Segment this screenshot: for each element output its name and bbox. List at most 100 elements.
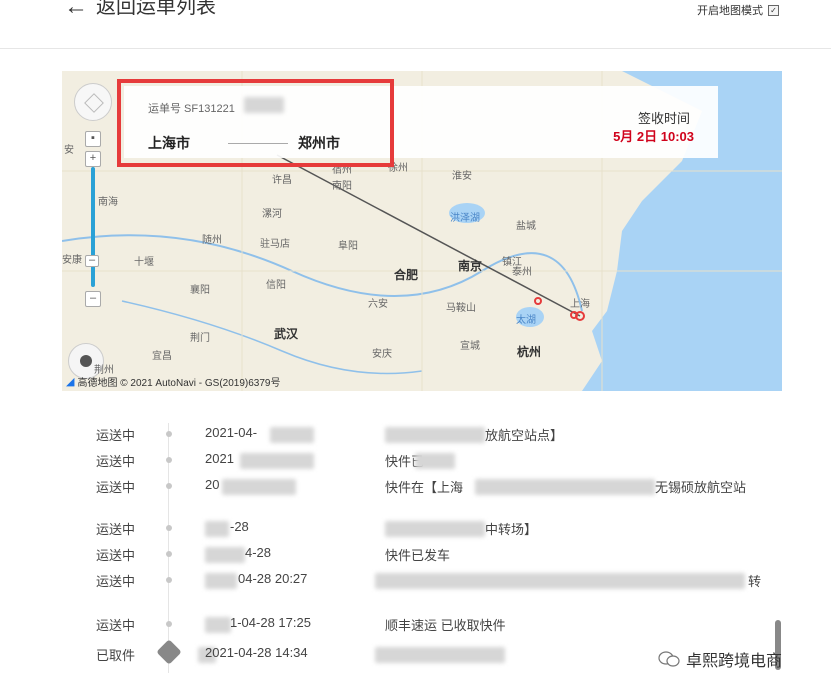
blurred-region	[385, 427, 485, 443]
map-city-label: 驻马店	[260, 239, 290, 250]
map-city-label: 武汉	[274, 327, 299, 341]
map-attribution: ◢ 高德地图 © 2021 AutoNavi - GS(2019)6379号	[66, 374, 280, 389]
blurred-region	[205, 521, 229, 537]
timeline-dot	[166, 621, 172, 627]
row-desc: 放航空站点】	[485, 428, 564, 443]
watermark: 卓熙跨境电商	[658, 647, 782, 671]
timeline-row: 运送中 4-28 快件已发车	[80, 545, 780, 565]
row-status: 运送中	[96, 522, 136, 537]
watermark-text: 卓熙跨境电商	[686, 653, 783, 670]
blurred-region	[240, 453, 314, 469]
map-city-label: 泰州	[512, 267, 532, 278]
row-time: 1-04-28 17:25	[230, 615, 311, 630]
map-city-label: 宣城	[460, 341, 480, 352]
timeline-dot	[166, 577, 172, 583]
row-time: 04-28 20:27	[238, 571, 308, 586]
row-time: 2021-04-28 14:34	[205, 645, 308, 660]
map-lake-label: 太湖	[516, 315, 536, 326]
page-header: ← 返回运单列表 开启地图模式 ✓	[0, 0, 831, 49]
back-label: 返回运单列表	[96, 0, 216, 18]
timeline-dot	[166, 431, 172, 437]
zoom-handle[interactable]: –	[85, 255, 99, 267]
row-desc-tail: 转	[748, 574, 762, 589]
map-city-label: 马鞍山	[446, 303, 476, 314]
back-arrow-icon: ←	[64, 0, 88, 20]
row-desc-tail: 无锡硕放航空站	[655, 480, 747, 495]
blurred-region	[270, 427, 314, 443]
map-city-label: 安康	[62, 255, 82, 266]
timeline-row: 运送中 20 快件在【上海 无锡硕放航空站	[80, 477, 780, 497]
blurred-region	[205, 617, 231, 633]
blurred-region	[385, 521, 485, 537]
map-city-label: 南京	[458, 259, 483, 273]
timeline-dot	[166, 483, 172, 489]
map-city-label: 宜昌	[152, 351, 172, 362]
map-city-label: 信阳	[266, 280, 286, 291]
timeline-dot	[166, 525, 172, 531]
map-mode-label: 开启地图模式	[697, 5, 763, 17]
sign-time-label: 签收时间	[637, 111, 690, 126]
map-city-label: 许昌	[272, 175, 292, 186]
map-mode-toggle[interactable]: 开启地图模式 ✓	[697, 2, 779, 18]
row-status: 运送中	[96, 454, 136, 469]
row-time: 20	[205, 477, 220, 492]
map-city-label: 淮安	[452, 171, 472, 182]
row-desc: 顺丰速运 已收取快件	[385, 618, 506, 633]
map-city-label: 杭州	[517, 345, 542, 359]
timeline-row: 运送中 2021-04- 放航空站点】	[80, 425, 780, 445]
zoom-track[interactable]	[91, 167, 95, 287]
back-button[interactable]: ← 返回运单列表	[64, 0, 216, 20]
row-time: 2021	[205, 451, 234, 466]
blurred-region	[475, 479, 655, 495]
blurred-region	[375, 647, 505, 663]
map-city-label: 安庆	[372, 349, 392, 360]
map-pan-control[interactable]	[74, 83, 112, 121]
row-status: 运送中	[96, 428, 136, 443]
timeline-row: 运送中 1-04-28 17:25 顺丰速运 已收取快件	[80, 615, 780, 635]
blurred-region	[205, 573, 237, 589]
picked-up-icon	[156, 639, 182, 665]
map-zoom-slider[interactable]: ▪ + – –	[85, 131, 103, 311]
sign-time-value: 5月 2日 10:03	[613, 129, 694, 144]
timeline-row: 运送中 2021 快件已	[80, 451, 780, 471]
attribution-text: 高德地图 © 2021 AutoNavi - GS(2019)6379号	[77, 378, 281, 389]
row-status: 运送中	[96, 480, 136, 495]
map-city-label: 六安	[368, 299, 388, 310]
map-city-label: 南阳	[332, 181, 352, 192]
row-time: -28	[230, 519, 249, 534]
map-city-label: 南海	[98, 197, 118, 208]
map-city-label: 阜阳	[338, 241, 358, 252]
timeline-row: 运送中 -28 中转场】	[80, 519, 780, 539]
map-lake-label: 洪泽湖	[450, 213, 480, 224]
map-city-label: 十堰	[134, 257, 154, 268]
row-status: 已取件	[96, 648, 136, 663]
highlight-annotation	[117, 79, 394, 167]
map-city-label: 襄阳	[190, 285, 210, 296]
wechat-icon	[658, 651, 680, 667]
map-city-label: 盐城	[516, 221, 536, 232]
timeline-dot	[166, 551, 172, 557]
row-status: 运送中	[96, 548, 136, 563]
blurred-region	[222, 479, 296, 495]
row-status: 运送中	[96, 618, 136, 633]
row-desc: 快件已发车	[385, 548, 451, 563]
timeline-dot	[166, 457, 172, 463]
map-city-label: 荆门	[190, 333, 210, 344]
map-mode-checkbox[interactable]: ✓	[768, 4, 779, 16]
map-city-label: 安	[64, 145, 74, 156]
blurred-region	[415, 453, 455, 469]
row-desc: 中转场】	[485, 522, 538, 537]
row-time: 4-28	[245, 545, 272, 560]
row-desc: 快件在【上海	[385, 480, 464, 495]
row-time: 2021-04-	[205, 425, 258, 440]
zoom-out-button[interactable]: –	[85, 291, 101, 307]
amap-logo-icon: ◢	[66, 376, 75, 388]
zoom-fit-icon[interactable]: ▪	[85, 131, 101, 147]
zoom-in-button[interactable]: +	[85, 151, 101, 167]
blurred-region	[375, 573, 745, 589]
map-city-label: 漯河	[262, 209, 282, 220]
row-status: 运送中	[96, 574, 136, 589]
timeline-row: 运送中 04-28 20:27 转	[80, 571, 780, 591]
map-city-label: 随州	[202, 235, 222, 246]
blurred-region	[205, 547, 245, 563]
